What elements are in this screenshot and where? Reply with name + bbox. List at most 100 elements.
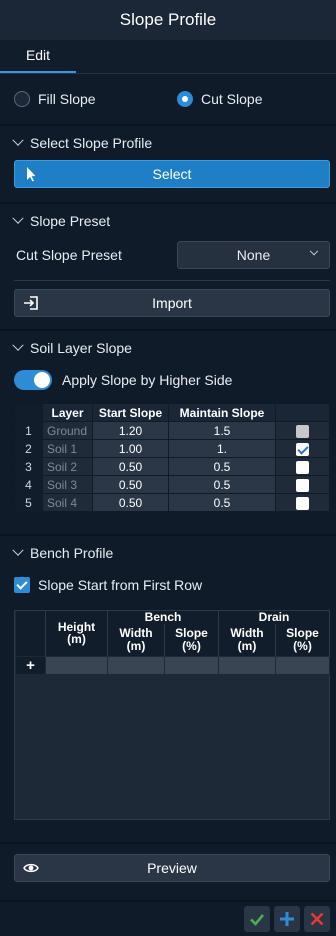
chevron-down-icon — [12, 544, 24, 556]
table-row: 2 Soil 1 1.00 1. — [14, 439, 330, 458]
cancel-button[interactable] — [304, 906, 330, 932]
slope-preset-header[interactable]: Slope Preset — [0, 204, 336, 238]
import-button[interactable]: Import — [14, 289, 330, 317]
soil-layer-header[interactable]: Soil Layer Slope — [0, 331, 336, 365]
row-check-cell — [275, 421, 330, 440]
column-header-check — [275, 403, 330, 422]
layer-cell: Soil 1 — [42, 439, 93, 458]
row-index-header — [15, 611, 46, 656]
column-header-drain-slope: Slope (%) — [275, 624, 330, 656]
select-profile-header[interactable]: Select Slope Profile — [0, 126, 336, 160]
start-slope-cell[interactable]: 0.50 — [92, 475, 169, 494]
chevron-down-icon — [12, 134, 24, 146]
close-icon — [310, 912, 324, 926]
table-row: 4 Soil 3 0.50 0.5 — [14, 475, 330, 494]
radio-checked-icon — [177, 91, 193, 107]
table-row: + — [15, 655, 330, 675]
add-button[interactable] — [274, 906, 300, 932]
tab-bar: Edit — [0, 40, 336, 74]
layer-cell: Ground — [42, 421, 93, 440]
row-index: 4 — [14, 475, 43, 494]
column-header-layer: Layer — [42, 403, 93, 422]
fill-slope-radio[interactable]: Fill Slope — [14, 91, 177, 107]
cut-slope-label: Cut Slope — [201, 91, 263, 107]
row-checkbox[interactable] — [296, 424, 309, 438]
drain-slope-cell[interactable] — [275, 655, 330, 675]
row-checkbox[interactable] — [296, 460, 309, 474]
height-cell[interactable] — [45, 655, 108, 675]
cursor-arrow-icon — [27, 167, 36, 182]
cut-slope-preset-dropdown[interactable]: None — [177, 241, 330, 269]
layer-cell: Soil 3 — [42, 475, 93, 494]
row-index: 3 — [14, 457, 43, 476]
maintain-slope-cell[interactable]: 0.5 — [168, 457, 276, 476]
column-header-maintain-slope: Maintain Slope — [168, 403, 276, 422]
drain-slope-unit: (%) — [293, 638, 312, 653]
row-check-cell — [275, 457, 330, 476]
bench-header-row-1: Height (m) Bench Drain — [15, 611, 330, 656]
table-row: 5 Soil 4 0.50 0.5 — [14, 493, 330, 512]
cut-slope-radio[interactable]: Cut Slope — [177, 91, 262, 107]
row-check-cell — [275, 439, 330, 458]
select-profile-section: Select Slope Profile Select — [0, 126, 336, 204]
chevron-down-icon — [12, 212, 24, 224]
row-index: 1 — [14, 421, 43, 440]
start-slope-cell[interactable]: 0.50 — [92, 457, 169, 476]
column-header-start-slope: Start Slope — [92, 403, 169, 422]
apply-slope-label: Apply Slope by Higher Side — [62, 372, 233, 388]
row-index-header — [14, 403, 43, 422]
row-checkbox[interactable] — [296, 478, 309, 492]
layer-cell: Soil 4 — [42, 493, 93, 512]
eye-icon — [23, 863, 39, 873]
check-icon — [250, 914, 264, 926]
bench-width-cell[interactable] — [107, 655, 165, 675]
bench-profile-title: Bench Profile — [30, 545, 114, 561]
soil-layer-title: Soil Layer Slope — [30, 340, 132, 356]
apply-slope-toggle[interactable] — [14, 370, 52, 390]
preview-button[interactable]: Preview — [14, 854, 330, 882]
table-header-row: Layer Start Slope Maintain Slope — [14, 403, 330, 422]
row-checkbox[interactable] — [296, 442, 309, 456]
divider — [14, 280, 330, 281]
cut-slope-preset-row: Cut Slope Preset None — [0, 238, 336, 272]
column-header-drain-width: Width (m) — [218, 624, 276, 656]
plus-icon — [280, 912, 294, 926]
maintain-slope-cell[interactable]: 0.5 — [168, 493, 276, 512]
bench-grid: Height (m) Bench Drain Width (m) Slope (… — [14, 610, 330, 820]
slope-preset-title: Slope Preset — [30, 213, 111, 229]
row-checkbox[interactable] — [296, 496, 309, 510]
column-group-drain: Drain — [218, 611, 330, 624]
column-header-bench-width: Width (m) — [107, 624, 165, 656]
cut-slope-preset-value: None — [236, 247, 271, 263]
drain-width-cell[interactable] — [218, 655, 276, 675]
ok-button[interactable] — [244, 906, 270, 932]
table-row: 1 Ground 1.20 1.5 — [14, 421, 330, 440]
bench-slope-cell[interactable] — [164, 655, 219, 675]
start-slope-cell[interactable]: 0.50 — [92, 493, 169, 512]
maintain-slope-cell[interactable]: 1. — [168, 439, 276, 458]
tab-edit[interactable]: Edit — [0, 39, 76, 73]
add-row-button[interactable]: + — [15, 655, 46, 675]
select-profile-title: Select Slope Profile — [30, 135, 153, 151]
column-header-height: Height (m) — [45, 611, 108, 656]
chevron-down-icon — [12, 339, 24, 351]
start-slope-cell[interactable]: 1.00 — [92, 439, 169, 458]
column-group-bench: Bench — [107, 611, 219, 624]
select-button[interactable]: Select — [14, 160, 330, 188]
maintain-slope-cell[interactable]: 1.5 — [168, 421, 276, 440]
preview-section: Preview — [0, 844, 336, 890]
start-slope-cell[interactable]: 1.20 — [92, 421, 169, 440]
bench-profile-section: Bench Profile Slope Start from First Row… — [0, 536, 336, 844]
drain-width-unit: (m) — [237, 638, 257, 653]
bench-profile-header[interactable]: Bench Profile — [0, 536, 336, 570]
column-header-bench-slope: Slope (%) — [164, 624, 219, 656]
import-button-label: Import — [152, 295, 192, 311]
window-title: Slope Profile — [119, 10, 217, 29]
slope-preset-section: Slope Preset Cut Slope Preset None Impor… — [0, 204, 336, 331]
layer-cell: Soil 2 — [42, 457, 93, 476]
row-index: 5 — [14, 493, 43, 512]
slope-start-checkbox[interactable] — [14, 577, 30, 593]
maintain-slope-cell[interactable]: 0.5 — [168, 475, 276, 494]
select-button-label: Select — [152, 166, 192, 182]
slope-type-section: Fill Slope Cut Slope — [0, 74, 336, 126]
